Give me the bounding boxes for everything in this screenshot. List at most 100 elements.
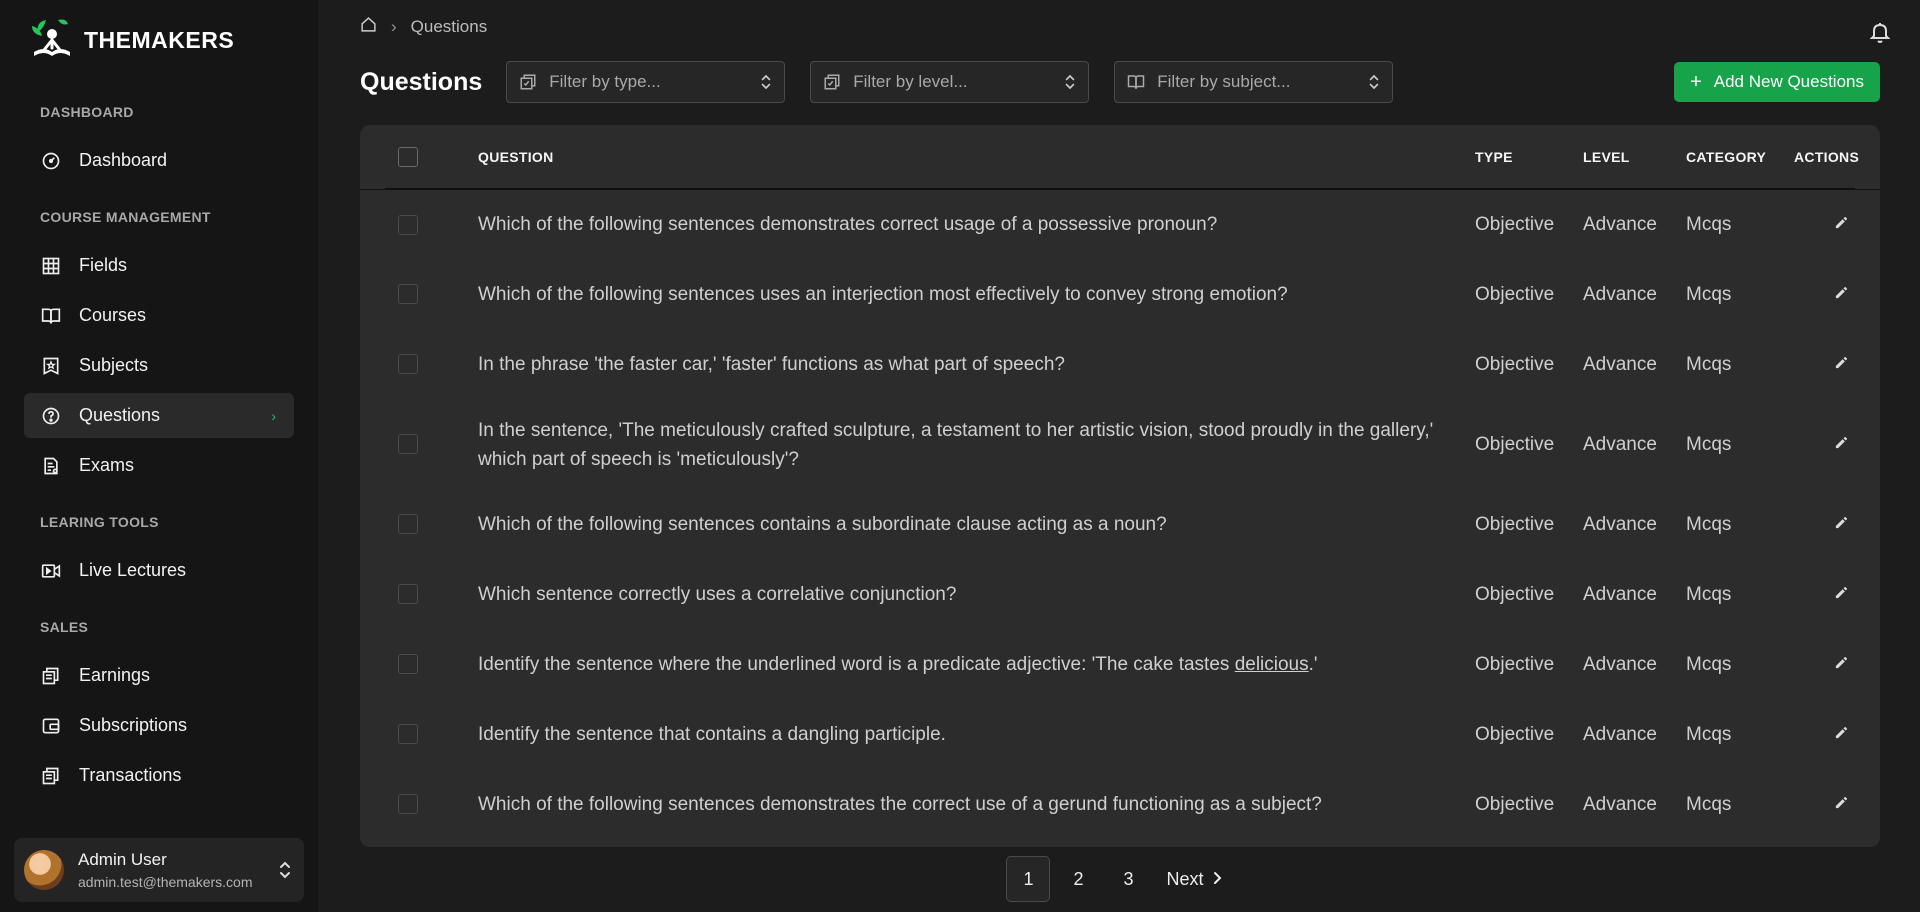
row-checkbox[interactable] bbox=[398, 434, 418, 455]
row-checkbox[interactable] bbox=[398, 584, 418, 605]
edit-icon[interactable] bbox=[1834, 655, 1849, 670]
questions-table-card: QUESTION TYPE LEVEL CATEGORY ACTIONS Whi… bbox=[360, 125, 1880, 847]
level-cell: Advance bbox=[1583, 723, 1657, 745]
level-cell: Advance bbox=[1583, 793, 1657, 815]
sidebar-item-transactions[interactable]: Transactions bbox=[24, 753, 294, 798]
select-all-checkbox[interactable] bbox=[398, 147, 418, 167]
header-level[interactable]: LEVEL bbox=[1583, 125, 1686, 190]
table-row: Which of the following sentences demonst… bbox=[360, 190, 1880, 260]
sidebar-item-label: Subjects bbox=[79, 355, 149, 375]
row-checkbox[interactable] bbox=[398, 724, 418, 745]
book-open-icon bbox=[40, 305, 62, 327]
edit-icon[interactable] bbox=[1834, 795, 1849, 810]
brand-name: THEMAKERS bbox=[84, 26, 235, 53]
filter-subject-placeholder: Filter by subject... bbox=[1157, 72, 1291, 91]
table-row: Which of the following sentences contain… bbox=[360, 490, 1880, 560]
filter-level-select[interactable]: Filter by level... bbox=[810, 61, 1090, 103]
filter-level-placeholder: Filter by level... bbox=[853, 72, 968, 91]
sidebar-item-subscriptions[interactable]: Subscriptions bbox=[24, 703, 294, 748]
edit-icon[interactable] bbox=[1834, 355, 1849, 370]
header-type[interactable]: TYPE bbox=[1475, 125, 1583, 190]
type-cell: Objective bbox=[1475, 513, 1555, 535]
brand[interactable]: THEMAKERS bbox=[24, 0, 294, 80]
table-header-row: QUESTION TYPE LEVEL CATEGORY ACTIONS bbox=[360, 125, 1880, 190]
question-cell: Which of the following sentences uses an… bbox=[478, 284, 1288, 305]
type-cell: Objective bbox=[1475, 653, 1555, 675]
sidebar-item-exams[interactable]: Exams bbox=[24, 443, 294, 488]
page-button-2[interactable]: 2 bbox=[1056, 857, 1100, 901]
header-question[interactable]: QUESTION bbox=[478, 125, 1475, 190]
section-title-sales: SALES bbox=[40, 619, 89, 635]
home-icon[interactable] bbox=[360, 16, 377, 38]
grid-icon bbox=[40, 255, 62, 277]
next-label: Next bbox=[1166, 868, 1204, 889]
header-category[interactable]: CATEGORY bbox=[1686, 125, 1794, 190]
add-button-label: Add New Questions bbox=[1713, 72, 1864, 91]
row-checkbox[interactable] bbox=[398, 214, 418, 235]
filter-type-select[interactable]: Filter by type... bbox=[506, 61, 786, 103]
row-checkbox[interactable] bbox=[398, 654, 418, 675]
edit-icon[interactable] bbox=[1834, 285, 1849, 300]
sidebar-item-subjects[interactable]: Subjects bbox=[24, 343, 294, 388]
row-checkbox[interactable] bbox=[398, 794, 418, 815]
table-row: Which of the following sentences demonst… bbox=[360, 770, 1880, 840]
question-cell: In the phrase 'the faster car,' 'faster'… bbox=[478, 354, 1065, 375]
add-new-questions-button[interactable]: + Add New Questions bbox=[1674, 62, 1880, 102]
sidebar: THEMAKERS DASHBOARD Dashboard COURSE MAN… bbox=[0, 0, 318, 912]
row-checkbox[interactable] bbox=[398, 514, 418, 535]
bell-icon[interactable] bbox=[1868, 20, 1892, 49]
questions-table: QUESTION TYPE LEVEL CATEGORY ACTIONS Whi… bbox=[360, 125, 1880, 840]
edit-icon[interactable] bbox=[1834, 515, 1849, 530]
sidebar-item-label: Fields bbox=[79, 255, 128, 275]
sidebar-item-live-lectures[interactable]: Live Lectures bbox=[24, 548, 294, 593]
category-cell: Mcqs bbox=[1686, 513, 1732, 535]
breadcrumb: › Questions bbox=[360, 16, 487, 38]
question-cell: Identify the sentence where the underlin… bbox=[478, 630, 1475, 700]
plus-icon: + bbox=[1690, 70, 1702, 93]
type-cell: Objective bbox=[1475, 433, 1555, 455]
edit-icon[interactable] bbox=[1834, 215, 1849, 230]
edit-icon[interactable] bbox=[1834, 585, 1849, 600]
app-root: THEMAKERS DASHBOARD Dashboard COURSE MAN… bbox=[0, 0, 1920, 912]
category-cell: Mcqs bbox=[1686, 353, 1732, 375]
sidebar-item-earnings[interactable]: Earnings bbox=[24, 653, 294, 698]
section-title-learning-tools: LEARING TOOLS bbox=[40, 514, 159, 530]
document-icon bbox=[40, 455, 62, 477]
filter-subject-select[interactable]: Filter by subject... bbox=[1114, 61, 1394, 103]
category-cell: Mcqs bbox=[1686, 213, 1732, 235]
user-menu[interactable]: Admin User admin.test@themakers.com bbox=[14, 838, 304, 902]
sidebar-item-fields[interactable]: Fields bbox=[24, 243, 294, 288]
question-cell: Which of the following sentences contain… bbox=[478, 514, 1167, 535]
breadcrumb-current: Questions bbox=[410, 17, 488, 36]
question-cell: Which of the following sentences demonst… bbox=[478, 794, 1322, 815]
row-checkbox[interactable] bbox=[398, 284, 418, 305]
sidebar-item-label: Questions bbox=[79, 405, 161, 425]
page-button-3[interactable]: 3 bbox=[1106, 857, 1150, 901]
select-all-cell bbox=[360, 125, 478, 190]
level-cell: Advance bbox=[1583, 213, 1657, 235]
chevrons-up-down-icon bbox=[1368, 73, 1380, 91]
edit-icon[interactable] bbox=[1834, 725, 1849, 740]
table-row: Which sentence correctly uses a correlat… bbox=[360, 560, 1880, 630]
sidebar-item-courses[interactable]: Courses bbox=[24, 293, 294, 338]
sidebar-item-questions[interactable]: Questions › bbox=[24, 393, 294, 438]
chevrons-up-down-icon[interactable] bbox=[276, 860, 294, 880]
page-button-1[interactable]: 1 bbox=[1006, 856, 1051, 902]
type-cell: Objective bbox=[1475, 723, 1555, 745]
question-cell: In the sentence, 'The meticulously craft… bbox=[478, 419, 1434, 470]
user-info: Admin User admin.test@themakers.com bbox=[78, 850, 276, 890]
category-cell: Mcqs bbox=[1686, 793, 1732, 815]
header-actions: ACTIONS bbox=[1794, 125, 1880, 190]
category-cell: Mcqs bbox=[1686, 583, 1732, 605]
category-cell: Mcqs bbox=[1686, 653, 1732, 675]
edit-icon[interactable] bbox=[1834, 435, 1849, 450]
chevron-right-icon: › bbox=[271, 407, 276, 424]
level-cell: Advance bbox=[1583, 653, 1657, 675]
next-page-button[interactable]: Next bbox=[1156, 857, 1231, 901]
sidebar-item-label: Courses bbox=[79, 305, 147, 325]
section-title-course-management: COURSE MANAGEMENT bbox=[40, 209, 211, 225]
row-checkbox[interactable] bbox=[398, 354, 418, 375]
sidebar-item-dashboard[interactable]: Dashboard bbox=[24, 138, 294, 183]
type-cell: Objective bbox=[1475, 793, 1555, 815]
sidebar-item-label: Exams bbox=[79, 455, 135, 475]
